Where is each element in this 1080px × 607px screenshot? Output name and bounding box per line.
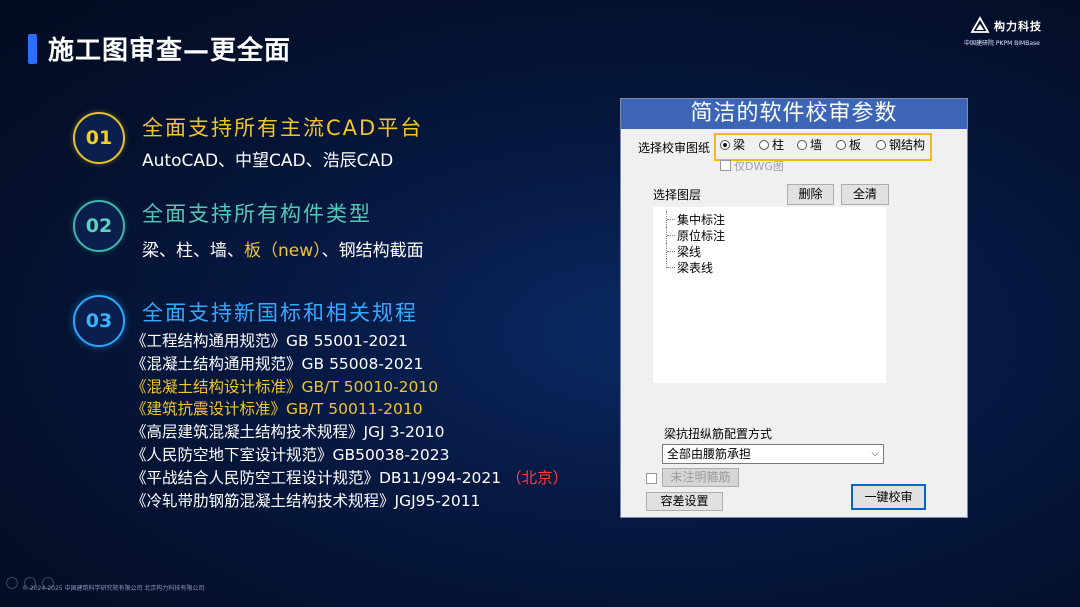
item-heading-01: 全面支持所有主流CAD平台 xyxy=(142,116,424,140)
logo-mark-icon xyxy=(970,16,990,33)
radio-dot-icon[interactable] xyxy=(836,139,846,150)
item-sub-02-pre: 梁、柱、墙、 xyxy=(142,241,244,261)
logo-text: 构力科技 xyxy=(994,20,1042,33)
layer-tree: 集中标注 原位标注 梁线 梁表线 xyxy=(665,211,725,275)
item-sub-02: 梁、柱、墙、板（new）、钢结构截面 xyxy=(142,236,424,261)
item-sub-02-highlight: 板（new） xyxy=(244,241,322,261)
torsion-select-value: 全部由腰筋承担 xyxy=(667,447,752,461)
spec-item: 《混凝土结构设计标准》GB/T 50010-2010 xyxy=(131,377,439,396)
radio-dot-icon[interactable] xyxy=(876,139,886,150)
item-sub-01: AutoCAD、中望CAD、浩辰CAD xyxy=(142,151,394,171)
radio-slab[interactable]: 板 xyxy=(836,136,861,153)
radio-label: 钢结构 xyxy=(889,138,926,152)
spec-item: 《混凝土结构通用规范》GB 55008-2021 xyxy=(131,354,424,373)
radio-label: 柱 xyxy=(772,138,785,152)
spec-item-text: 《平战结合人民防空工程设计规范》DB11/994-2021 xyxy=(131,468,502,487)
radio-wall[interactable]: 墙 xyxy=(797,136,822,153)
dialog-body: 选择校审图纸 梁 柱 墙 板 钢结构 仅DWG图 选择图层 删除 全清 集中标注… xyxy=(621,129,967,517)
dwg-only-label: 仅DWG图 xyxy=(734,160,784,173)
radio-steel[interactable]: 钢结构 xyxy=(876,136,925,153)
radio-label: 板 xyxy=(849,138,862,152)
layer-tree-item[interactable]: 梁表线 xyxy=(665,259,725,275)
tolerance-settings-button[interactable]: 容差设置 xyxy=(646,492,723,511)
radio-beam[interactable]: 梁 xyxy=(720,136,745,153)
radio-label: 梁 xyxy=(733,138,746,152)
delete-button[interactable]: 删除 xyxy=(787,184,834,205)
item-sub-02-post: 、钢结构截面 xyxy=(321,241,424,261)
spec-item: 《高层建筑混凝土结构技术规程》JGJ 3-2010 xyxy=(131,423,445,442)
radio-dot-icon[interactable] xyxy=(797,139,807,150)
item-number-01: 01 xyxy=(73,112,125,164)
dwg-only-checkbox[interactable] xyxy=(720,160,731,171)
radio-label: 墙 xyxy=(810,138,823,152)
item-number-02: 02 xyxy=(73,200,125,252)
review-params-dialog: 简洁的软件校审参数 选择校审图纸 梁 柱 墙 板 钢结构 仅DWG图 选择图层 … xyxy=(620,98,968,518)
one-click-review-button[interactable]: 一键校审 xyxy=(851,484,926,510)
layer-label: 选择图层 xyxy=(653,188,702,202)
select-drawing-label: 选择校审图纸 xyxy=(638,141,711,155)
item-heading-03: 全面支持新国标和相关规程 xyxy=(142,301,418,325)
slide-title: 施工图审查—更全面 xyxy=(48,36,292,66)
item-heading-02: 全面支持所有构件类型 xyxy=(142,202,372,226)
logo-subtext: 中国建研院 PKPM BIMBase xyxy=(964,40,1040,47)
layer-tree-item[interactable]: 梁线 xyxy=(665,243,725,259)
spec-item: 《人民防空地下室设计规范》GB50038-2023 xyxy=(131,445,450,464)
layer-tree-item[interactable]: 原位标注 xyxy=(665,227,725,243)
item-number-03: 03 xyxy=(73,295,125,347)
layer-tree-item[interactable]: 集中标注 xyxy=(665,211,725,227)
toolbar-button-icon[interactable] xyxy=(6,577,18,589)
torsion-label: 梁抗扭纵筋配置方式 xyxy=(664,427,773,441)
unmarked-stirrup-button[interactable]: 未注明箍筋 xyxy=(662,468,739,487)
spec-item: 《建筑抗震设计标准》GB/T 50011-2010 xyxy=(131,400,423,419)
layer-listbox[interactable]: 集中标注 原位标注 梁线 梁表线 xyxy=(653,207,886,383)
unmarked-stirrup-checkbox[interactable] xyxy=(646,473,657,484)
radio-dot-icon[interactable] xyxy=(759,139,769,150)
chevron-down-icon: ⌵ xyxy=(871,448,879,459)
title-accent-bar xyxy=(28,34,37,64)
spec-item: 《工程结构通用规范》GB 55001-2021 xyxy=(131,332,408,350)
dialog-title: 简洁的软件校审参数 xyxy=(621,99,967,129)
spec-item: 《冷轧带肋钢筋混凝土结构技术规程》JGJ95-2011 xyxy=(131,491,481,510)
radio-column[interactable]: 柱 xyxy=(759,136,784,153)
clear-all-button[interactable]: 全清 xyxy=(841,184,889,205)
spec-list: 《工程结构通用规范》GB 55001-2021 《混凝土结构通用规范》GB 55… xyxy=(131,330,568,512)
company-logo: 构力科技 中国建研院 PKPM BIMBase xyxy=(964,14,1064,50)
spec-note: （北京） xyxy=(506,468,569,487)
spec-item: 《平战结合人民防空工程设计规范》DB11/994-2021 （北京） xyxy=(131,467,568,490)
footer-copyright: © 2024-2025 中国建筑科学研究院有限公司 北京构力科技有限公司 xyxy=(22,585,205,592)
torsion-select[interactable]: 全部由腰筋承担 ⌵ xyxy=(662,444,884,464)
radio-dot-icon[interactable] xyxy=(720,139,730,150)
